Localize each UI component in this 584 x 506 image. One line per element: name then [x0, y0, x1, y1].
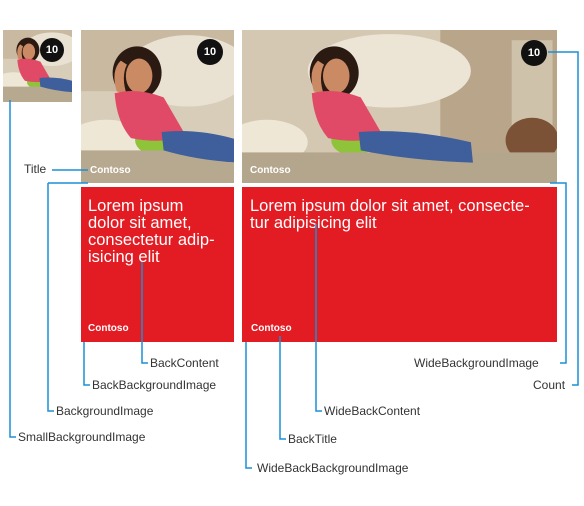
background-image-label: BackgroundImage — [56, 404, 154, 418]
count-line — [548, 51, 579, 386]
count-label: Count — [533, 378, 566, 392]
wide-back-content-line — [315, 224, 322, 412]
back-title-label: BackTitle — [288, 432, 337, 446]
back-background-image-label: BackBackgroundImage — [92, 378, 217, 392]
back-content-line — [141, 262, 148, 364]
wide-back-content-label: WideBackContent — [324, 404, 421, 418]
wide-background-image-label: WideBackgroundImage — [414, 356, 539, 370]
wide-back-background-image-line — [245, 342, 252, 469]
wide-back-background-image-label: WideBackBackgroundImage — [257, 461, 409, 475]
back-background-image-line — [83, 342, 90, 386]
title-label: Title — [24, 162, 47, 176]
small-background-image-line — [9, 100, 16, 438]
wide-background-image-line — [550, 182, 567, 364]
back-content-label: BackContent — [150, 356, 219, 370]
small-background-image-label: SmallBackgroundImage — [18, 430, 146, 444]
back-title-line — [279, 336, 286, 440]
background-image-line — [47, 182, 88, 412]
